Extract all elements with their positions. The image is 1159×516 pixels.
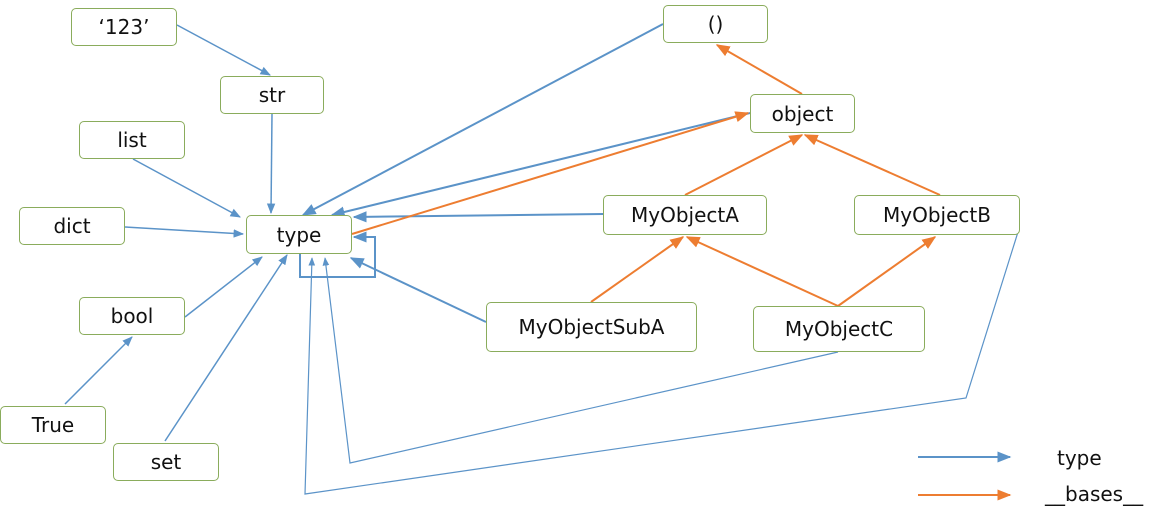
node-str-literal[interactable]: ‘123’ [71,8,177,46]
node-true[interactable]: True [0,406,106,444]
node-str[interactable]: str [220,76,324,114]
edge-type-str123-to-str [176,24,271,76]
diagram-canvas [64,23,1019,501]
node-label: bool [110,304,154,328]
edge-bases-myobjc-to-myobja [685,236,839,307]
node-label: MyObjectC [784,317,894,341]
node-label: ‘123’ [98,15,150,39]
node-type[interactable]: type [246,215,352,254]
edge-type-set-to-type [164,254,288,442]
edge-type-myobjb-to-type [304,231,1019,495]
node-label: MyObjectSubA [518,315,665,339]
edge-type-list-to-type [132,158,241,218]
node-set[interactable]: set [113,443,219,481]
node-label: True [31,413,75,437]
node-label: str [258,83,286,107]
node-myobjectsuba[interactable]: MyObjectSubA [486,302,697,352]
node-bool[interactable]: bool [79,297,185,335]
edge-bases-myobjc-to-myobjb [837,236,937,307]
node-object[interactable]: object [750,94,855,133]
node-list[interactable]: list [79,121,185,159]
edge-type-myobja-to-type [352,211,604,223]
node-label: MyObjectA [631,203,739,227]
edge-type-str-to-type [266,113,276,215]
edge-bases-myobjb-to-object [803,134,941,196]
legend-type-label: type [1057,446,1102,470]
edges-layer [64,23,1019,495]
node-myobjectc[interactable]: MyObjectC [753,306,925,352]
node-label: () [707,12,724,36]
node-label: MyObjectB [883,203,991,227]
node-label: dict [53,214,91,238]
node-tuple[interactable]: () [663,5,768,43]
edge-type-true-to-bool [64,336,133,405]
node-dict[interactable]: dict [19,207,125,245]
node-label: list [117,128,147,152]
node-label: type [276,222,322,247]
edge-type-bool-to-type [184,256,263,318]
edge-bases-object-to-tuple [715,44,803,95]
edge-type-myobjc-to-type [322,257,839,464]
node-label: object [771,101,834,126]
node-myobjectb[interactable]: MyObjectB [854,195,1020,235]
legend-lines [918,451,1012,501]
node-label: set [150,450,182,474]
node-myobjecta[interactable]: MyObjectA [603,195,767,235]
edge-bases-myobjsuba-to-myobja [590,236,685,303]
edge-bases-myobja-to-object [684,134,804,196]
legend-bases-label: __bases__ [1045,482,1144,506]
edge-type-myobjsuba-to-type [349,257,487,323]
edge-type-dict-to-type [124,226,245,238]
edge-type-tuple-to-type [301,23,664,216]
